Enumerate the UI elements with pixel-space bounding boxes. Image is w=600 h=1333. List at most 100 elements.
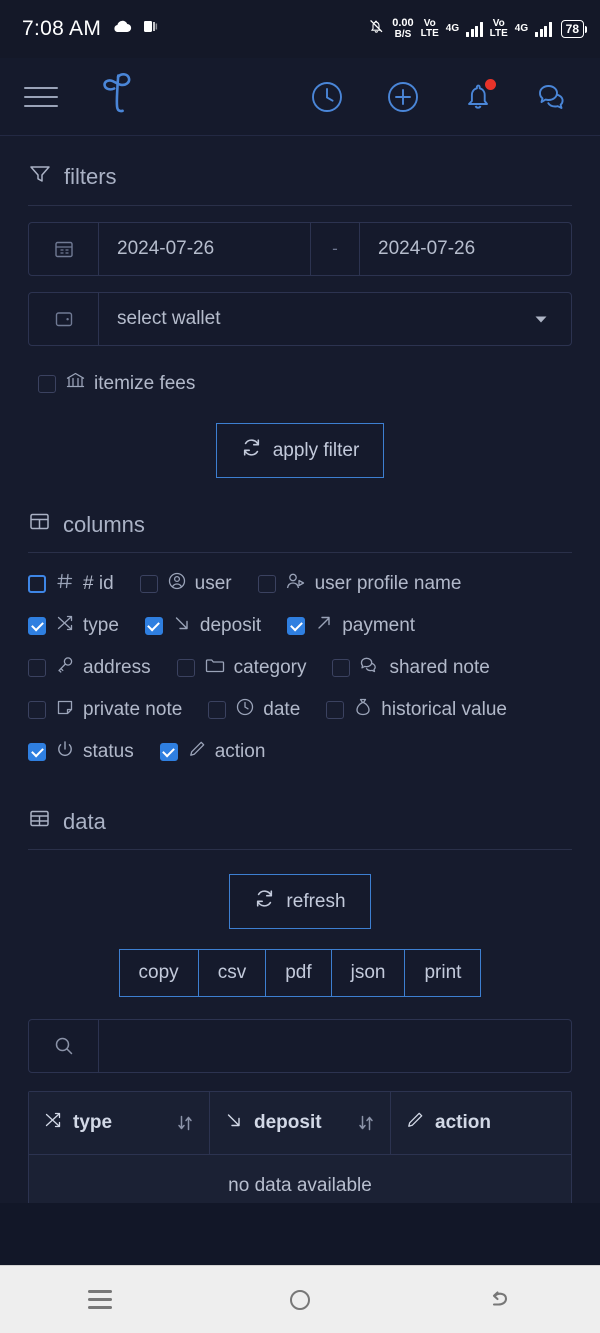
table-header-label: type bbox=[73, 1112, 113, 1133]
date-to-input[interactable]: 2024-07-26 bbox=[360, 223, 571, 275]
status-time: 7:08 AM bbox=[22, 17, 102, 40]
arrow-down-right-icon bbox=[224, 1110, 244, 1136]
column-checkbox[interactable] bbox=[159, 743, 178, 761]
app-header bbox=[0, 58, 600, 136]
column-label-text: deposit bbox=[199, 615, 262, 636]
column-toggle-type[interactable]: type bbox=[28, 613, 119, 639]
columns-section-header: columns bbox=[28, 484, 572, 552]
column-checkbox[interactable] bbox=[287, 617, 306, 635]
clock-icon bbox=[235, 697, 255, 723]
columns-title: columns bbox=[63, 511, 145, 537]
column-toggle-historical-value[interactable]: historical value bbox=[326, 697, 507, 723]
hamburger-menu-icon[interactable] bbox=[24, 86, 58, 107]
clock-icon[interactable] bbox=[310, 80, 344, 114]
column-checkbox[interactable] bbox=[257, 575, 276, 593]
apply-filter-label: apply filter bbox=[272, 439, 360, 461]
sim1-signal-icon bbox=[466, 21, 483, 37]
column-toggle-address[interactable]: address bbox=[28, 655, 151, 681]
content-card: filters 2024-07-26 - 2024-07-26 select w… bbox=[0, 136, 600, 1203]
column-checkbox[interactable] bbox=[28, 743, 46, 761]
column-toggle-shared-note[interactable]: shared note bbox=[332, 655, 490, 681]
column-label: status bbox=[55, 739, 134, 765]
app-logo-icon[interactable] bbox=[96, 69, 142, 124]
sort-toggle-icon[interactable] bbox=[175, 1113, 195, 1133]
column-checkbox[interactable] bbox=[326, 701, 345, 719]
user-tag-icon bbox=[285, 571, 307, 597]
column-checkbox[interactable] bbox=[208, 701, 227, 719]
column-toggle-deposit[interactable]: deposit bbox=[144, 613, 262, 639]
wallet-select[interactable]: select wallet bbox=[28, 292, 572, 346]
column-toggle-action[interactable]: action bbox=[159, 739, 265, 765]
chat-bubbles-icon[interactable] bbox=[536, 81, 574, 113]
table-header-row: type deposit action bbox=[29, 1092, 571, 1154]
date-from-input[interactable]: 2024-07-26 bbox=[99, 223, 310, 275]
money-bag-icon bbox=[353, 697, 373, 723]
search-icon bbox=[29, 1020, 99, 1072]
column-checkbox[interactable] bbox=[176, 659, 195, 677]
column-toggle-category[interactable]: category bbox=[176, 655, 307, 681]
page-content: filters 2024-07-26 - 2024-07-26 select w… bbox=[0, 136, 600, 1203]
column-checkbox[interactable] bbox=[28, 575, 46, 593]
search-field-wrap bbox=[99, 1020, 571, 1072]
shuffle-icon bbox=[55, 613, 75, 639]
column-toggle-status[interactable]: status bbox=[28, 739, 134, 765]
export-json-button[interactable]: json bbox=[330, 949, 405, 997]
data-title: data bbox=[63, 808, 106, 834]
columns-row: address category shared note bbox=[28, 655, 572, 681]
table-search-control[interactable] bbox=[28, 1019, 572, 1073]
plus-circle-icon[interactable] bbox=[386, 80, 420, 114]
wallet-row: select wallet bbox=[28, 292, 572, 346]
arrow-up-right-icon bbox=[314, 613, 334, 639]
column-checkbox[interactable] bbox=[28, 701, 46, 719]
arrow-down-right-icon bbox=[172, 613, 192, 639]
column-label-text: type bbox=[83, 615, 119, 636]
itemize-fees-box[interactable] bbox=[38, 374, 56, 393]
back-arrow-icon[interactable] bbox=[470, 1287, 530, 1313]
date-range-control[interactable]: 2024-07-26 - 2024-07-26 bbox=[28, 222, 572, 276]
column-toggle-user-profile-name[interactable]: user profile name bbox=[257, 571, 461, 597]
column-label-text: status bbox=[83, 741, 134, 762]
wallet-icon bbox=[29, 293, 99, 345]
column-label-text: payment bbox=[342, 615, 416, 636]
export-csv-button[interactable]: csv bbox=[197, 949, 266, 997]
column-label-text: historical value bbox=[381, 699, 507, 720]
apply-filter-button[interactable]: apply filter bbox=[215, 423, 385, 478]
column-checkbox[interactable] bbox=[28, 617, 46, 635]
itemize-fees-label: itemize fees bbox=[65, 370, 195, 397]
itemize-fees-checkbox[interactable]: itemize fees bbox=[28, 362, 572, 397]
column-label-text: date bbox=[263, 699, 301, 720]
column-toggle-private-note[interactable]: private note bbox=[28, 697, 182, 723]
data-section-header: data bbox=[28, 781, 572, 849]
column-label-text: category bbox=[233, 657, 307, 678]
column-checkbox[interactable] bbox=[28, 659, 46, 677]
column-label: historical value bbox=[353, 697, 507, 723]
bell-off-icon bbox=[368, 18, 385, 40]
export-copy-button[interactable]: copy bbox=[118, 949, 198, 997]
table-header-type[interactable]: type bbox=[29, 1092, 210, 1154]
search-input[interactable] bbox=[117, 1035, 553, 1057]
layout-columns-icon bbox=[28, 510, 51, 539]
pencil-icon bbox=[187, 739, 207, 765]
status-bar: 7:08 AM 0.00 B/S Vo LTE 4G Vo LTE 4G 78 bbox=[0, 0, 600, 58]
recents-icon[interactable] bbox=[70, 1290, 130, 1309]
sort-toggle-icon[interactable] bbox=[356, 1113, 376, 1133]
column-checkbox[interactable] bbox=[139, 575, 158, 593]
app-badge-icon bbox=[143, 19, 158, 39]
apply-filter-row: apply filter bbox=[28, 397, 572, 484]
table-header-deposit[interactable]: deposit bbox=[210, 1092, 391, 1154]
column-checkbox[interactable] bbox=[144, 617, 163, 635]
bell-icon[interactable] bbox=[462, 78, 496, 114]
power-icon bbox=[55, 739, 75, 765]
export-print-button[interactable]: print bbox=[404, 949, 482, 997]
refresh-button[interactable]: refresh bbox=[229, 874, 371, 929]
refresh-icon bbox=[254, 888, 275, 915]
column-toggle-id[interactable]: # id bbox=[28, 571, 114, 597]
column-toggle-date[interactable]: date bbox=[208, 697, 300, 723]
home-circle-icon[interactable] bbox=[270, 1287, 330, 1313]
column-checkbox[interactable] bbox=[332, 659, 351, 677]
column-toggle-payment[interactable]: payment bbox=[287, 613, 415, 639]
table-header-action[interactable]: action bbox=[391, 1092, 571, 1154]
column-toggle-user[interactable]: user bbox=[139, 571, 232, 597]
table-header-label: action bbox=[435, 1112, 491, 1133]
export-pdf-button[interactable]: pdf bbox=[265, 949, 331, 997]
